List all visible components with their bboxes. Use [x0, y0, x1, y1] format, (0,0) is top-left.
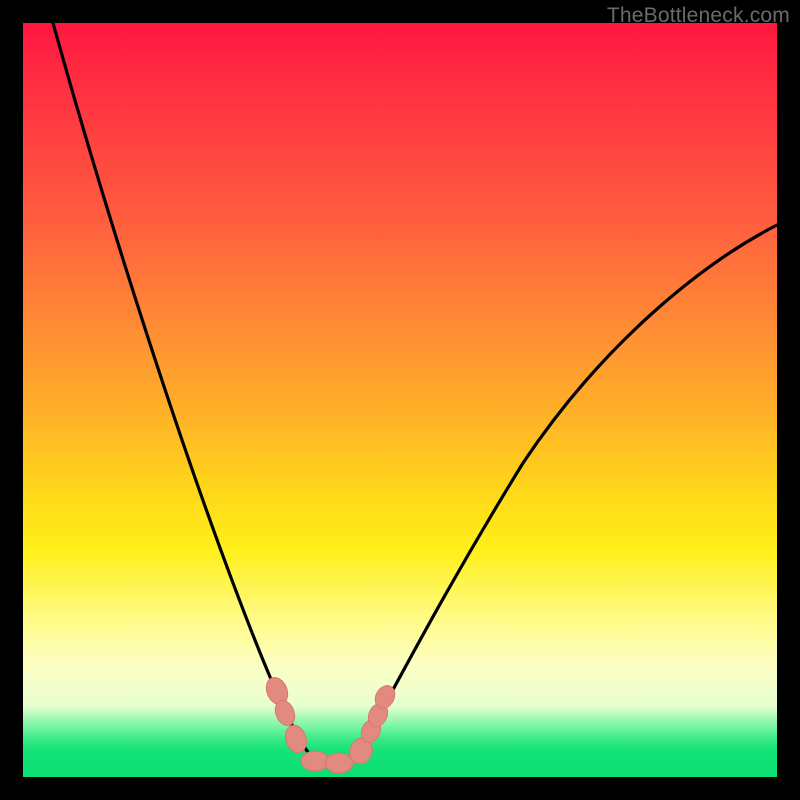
watermark-text: TheBottleneck.com	[607, 4, 790, 28]
outer-frame: TheBottleneck.com	[0, 0, 800, 800]
marker	[325, 753, 353, 773]
chart-svg	[23, 23, 777, 777]
marker-cluster	[262, 674, 398, 773]
plot-area	[23, 23, 777, 777]
bottleneck-curve	[53, 23, 777, 766]
